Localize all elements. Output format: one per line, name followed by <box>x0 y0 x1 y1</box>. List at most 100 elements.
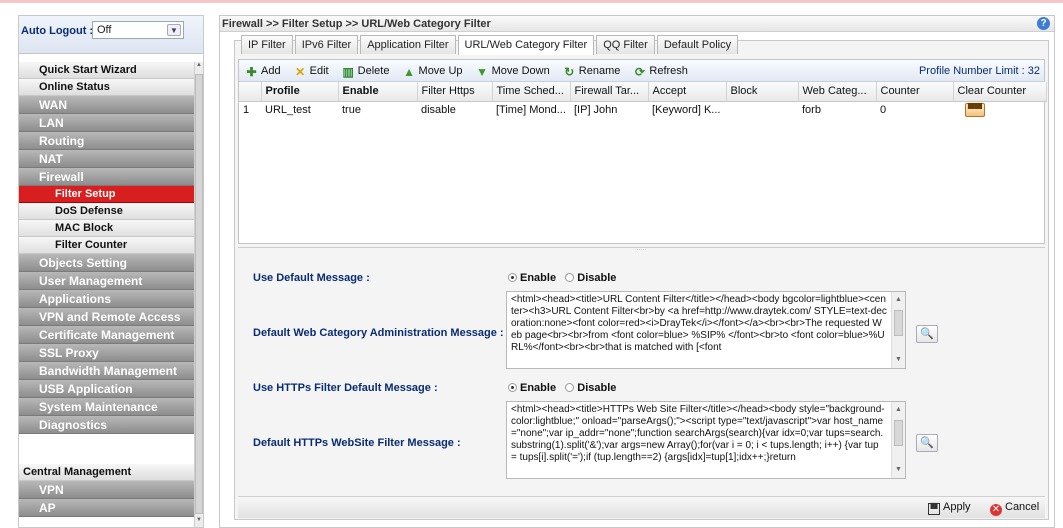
apply-button[interactable]: ▀ Apply <box>928 501 971 515</box>
radio-disable-icon[interactable] <box>565 273 575 282</box>
scroll-down-icon[interactable]: ▼ <box>895 464 902 476</box>
scroll-down-icon[interactable]: ▼ <box>195 517 203 527</box>
scroll-up-icon[interactable]: ▲ <box>195 62 203 72</box>
sidebar-item-user-management[interactable]: User Management <box>19 272 195 290</box>
enable-label: Enable <box>520 272 557 284</box>
use-https-default-radios: Enable Disable <box>508 382 616 394</box>
edit-label: Edit <box>309 65 329 77</box>
use-https-default-label: Use HTTPs Filter Default Message : <box>253 382 438 394</box>
sidebar-item-central-mgmt[interactable]: Central Management <box>19 464 195 481</box>
sidebar-item-filter-setup[interactable]: Filter Setup <box>19 186 195 203</box>
cell-web-category: forb <box>802 103 821 116</box>
disable-label: Disable <box>577 272 617 284</box>
radio-enable-icon[interactable] <box>508 383 517 392</box>
tab-url-web-category-filter[interactable]: URL/Web Category Filter <box>457 35 595 55</box>
cancel-icon: ✕ <box>990 504 1002 516</box>
scroll-down-icon[interactable]: ▼ <box>895 354 902 366</box>
scroll-thumb[interactable] <box>195 74 203 514</box>
move-up-button[interactable]: ▲ Move Up <box>403 60 462 82</box>
col-profile[interactable]: Profile <box>261 82 339 102</box>
col-block[interactable]: Block <box>726 82 799 102</box>
sidebar-item-usb-app[interactable]: USB Application <box>19 380 195 398</box>
auto-logout-label: Auto Logout : <box>21 25 94 37</box>
arrow-up-icon: ▲ <box>403 65 415 79</box>
sidebar-item-dos-defense[interactable]: DoS Defense <box>19 203 195 220</box>
add-button[interactable]: ✚ Add <box>245 60 281 82</box>
scroll-thumb[interactable] <box>894 310 903 336</box>
radio-enable-icon[interactable] <box>508 273 517 282</box>
https-message-textarea[interactable]: <html><head><title>HTTPs Web Site Filter… <box>506 401 906 479</box>
sidebar-item-vpn-remote[interactable]: VPN and Remote Access <box>19 308 195 326</box>
sidebar-item-routing[interactable]: Routing <box>19 132 195 150</box>
tab-application-filter[interactable]: Application Filter <box>360 35 456 54</box>
delete-button[interactable]: ▥ Delete <box>342 60 390 82</box>
tab-ip-filter[interactable]: IP Filter <box>241 35 293 54</box>
radio-disable-icon[interactable] <box>565 383 575 392</box>
sidebar-item-ap[interactable]: AP <box>19 499 195 517</box>
sidebar-item-bandwidth[interactable]: Bandwidth Management <box>19 362 195 380</box>
table-row[interactable]: 1 URL_test true disable [Time] Mond... [… <box>239 101 1046 118</box>
cancel-label: Cancel <box>1005 501 1040 513</box>
use-default-disable-option[interactable]: Disable <box>565 272 616 284</box>
col-firewall-target[interactable]: Firewall Tar... <box>570 82 649 102</box>
tab-qq-filter[interactable]: QQ Filter <box>596 35 655 54</box>
sidebar-item-objects-setting[interactable]: Objects Setting <box>19 254 195 272</box>
scroll-up-icon[interactable]: ▲ <box>895 404 902 416</box>
sidebar-item-online-status[interactable]: Online Status <box>19 79 195 96</box>
add-icon: ✚ <box>246 65 257 79</box>
refresh-button[interactable]: ⟳ Refresh <box>633 60 688 82</box>
sidebar-item-sys-maint[interactable]: System Maintenance <box>19 398 195 416</box>
scroll-up-icon[interactable]: ▲ <box>895 294 902 306</box>
sidebar-item-filter-counter[interactable]: Filter Counter <box>19 237 195 254</box>
sidebar-scrollbar[interactable]: ▲ ▼ <box>194 62 203 527</box>
tab-ipv6-filter[interactable]: IPv6 Filter <box>294 35 359 54</box>
col-time-schedule[interactable]: Time Sched... <box>492 82 571 102</box>
rename-icon: ↻ <box>564 65 575 79</box>
sidebar-item-wan[interactable]: WAN <box>19 96 195 114</box>
web-category-preview-button[interactable]: 🔍 <box>916 325 938 343</box>
sidebar-item-cert-mgmt[interactable]: Certificate Management <box>19 326 195 344</box>
sidebar-item-mac-block[interactable]: MAC Block <box>19 220 195 237</box>
main-content: Firewall >> Filter Setup >> URL/Web Cate… <box>219 15 1055 528</box>
cell-time-schedule: [Time] Mond... <box>496 103 566 116</box>
top-accent-line <box>0 0 1063 3</box>
clear-counter-icon[interactable]: ▀▀ <box>965 102 985 117</box>
col-web-category[interactable]: Web Categ... <box>798 82 877 102</box>
col-enable[interactable]: Enable <box>338 82 418 102</box>
sidebar-item-nat[interactable]: NAT <box>19 150 195 168</box>
web-category-message-textarea[interactable]: <html><head><title>URL Content Filter</t… <box>506 291 906 369</box>
textarea-scrollbar[interactable]: ▲ ▼ <box>891 292 905 368</box>
col-counter[interactable]: Counter <box>876 82 954 102</box>
rename-button[interactable]: ↻ Rename <box>563 60 620 82</box>
cell-clear-counter: ▀▀ <box>953 101 1046 118</box>
sidebar-item-lan[interactable]: LAN <box>19 114 195 132</box>
tab-default-policy[interactable]: Default Policy <box>656 35 739 54</box>
col-index[interactable] <box>239 82 262 102</box>
https-enable-option[interactable]: Enable <box>508 382 556 394</box>
use-default-enable-option[interactable]: Enable <box>508 272 556 284</box>
resize-splitter[interactable]: ····· <box>238 247 1045 253</box>
sidebar-item-ssl-proxy[interactable]: SSL Proxy <box>19 344 195 362</box>
scroll-thumb[interactable] <box>894 420 903 446</box>
auto-logout-select[interactable]: Off ▼ <box>92 21 184 39</box>
sidebar-item-diagnostics[interactable]: Diagnostics <box>19 416 195 434</box>
sidebar-item-firewall[interactable]: Firewall <box>19 168 195 186</box>
sidebar-item-quick-start[interactable]: Quick Start Wizard <box>19 62 195 79</box>
cell-profile: URL_test <box>265 103 311 116</box>
cell-firewall-target: [IP] John <box>574 103 618 116</box>
https-preview-button[interactable]: 🔍 <box>916 434 938 452</box>
disable-label: Disable <box>577 382 617 394</box>
col-accept[interactable]: Accept <box>648 82 727 102</box>
edit-button[interactable]: ✕ Edit <box>294 60 329 82</box>
sidebar-item-applications[interactable]: Applications <box>19 290 195 308</box>
sidebar-item-vpn[interactable]: VPN <box>19 481 195 499</box>
textarea-scrollbar[interactable]: ▲ ▼ <box>891 402 905 478</box>
move-down-button[interactable]: ▼ Move Down <box>476 60 550 82</box>
cancel-button[interactable]: ✕ Cancel <box>990 501 1039 516</box>
help-icon[interactable]: ? <box>1037 17 1050 30</box>
col-clear-counter[interactable]: Clear Counter <box>953 82 1047 102</box>
refresh-icon: ⟳ <box>634 65 645 79</box>
https-disable-option[interactable]: Disable <box>565 382 616 394</box>
add-label: Add <box>261 65 281 77</box>
col-filter-https[interactable]: Filter Https <box>417 82 493 102</box>
